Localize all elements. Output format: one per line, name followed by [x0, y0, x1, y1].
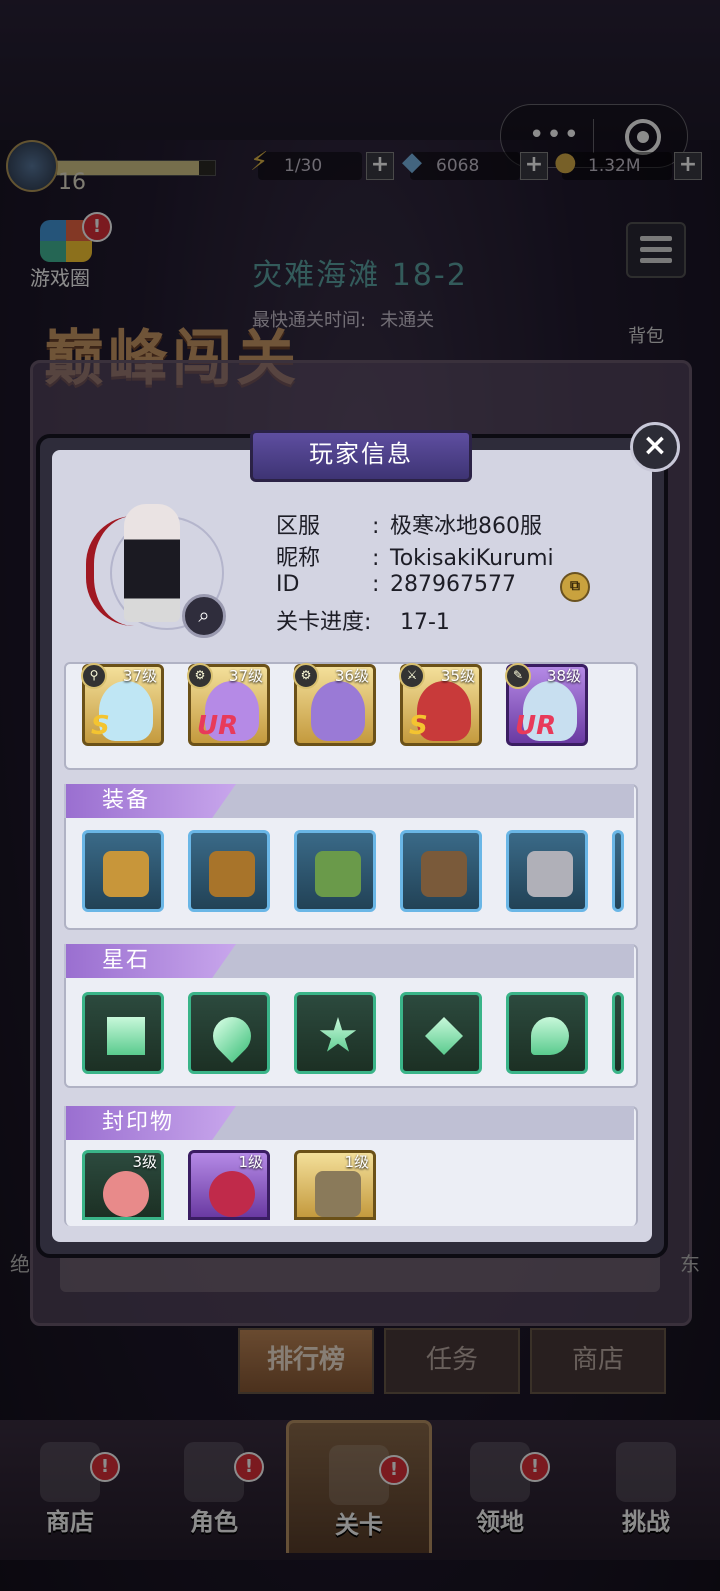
diamond-gem-icon [425, 1017, 463, 1055]
seal-slot[interactable]: 1级 [188, 1150, 270, 1220]
nickname-row: 昵称: TokisakiKurumi [276, 540, 554, 572]
equipment-slot[interactable] [82, 830, 164, 912]
class-icon: ⚙ [187, 663, 213, 689]
flower-icon [103, 1171, 149, 1217]
hero-slot[interactable]: ⚔ 35级 S [399, 663, 482, 746]
gem-slot[interactable] [188, 992, 270, 1074]
gem-slot[interactable] [294, 992, 376, 1074]
gem-slot[interactable] [506, 992, 588, 1074]
hero-rank: S [91, 711, 110, 741]
hero-slot[interactable]: ✎ 38级 UR [505, 663, 588, 746]
hero-level: 37级 [122, 667, 157, 685]
progress-row: 关卡进度: 17-1 [276, 604, 450, 636]
equipment-slot[interactable] [294, 830, 376, 912]
gem-slot[interactable] [400, 992, 482, 1074]
hero-rank: UR [515, 711, 557, 741]
colon: : [372, 514, 380, 539]
seal-level: 3级 [132, 1153, 157, 1171]
hero-portrait [311, 681, 365, 741]
modal-title: 玩家信息 [250, 430, 472, 482]
gem-slot[interactable] [82, 992, 164, 1074]
class-icon: ⚲ [81, 663, 107, 689]
hero-slot[interactable]: ⚙ 37级 UR [187, 663, 270, 746]
server-row: 区服: 极寒冰地860服 [276, 508, 542, 540]
heart-gem-icon [205, 1009, 259, 1063]
equipment-slot[interactable] [506, 830, 588, 912]
equipment-slot[interactable] [400, 830, 482, 912]
gem-ring-icon [209, 1171, 255, 1217]
equipment-slot-partial[interactable] [612, 830, 624, 912]
puppet-icon [315, 1171, 361, 1217]
drop-gem-icon [531, 1017, 569, 1055]
class-icon: ⚙ [293, 663, 319, 689]
seal-slot[interactable]: 3级 [82, 1150, 164, 1220]
magnifier-icon[interactable]: ⌕ [182, 594, 226, 638]
book-icon [209, 851, 255, 897]
nickname-label: 昵称 [276, 546, 321, 571]
id-row: ID:287967577 [276, 572, 516, 597]
colon: : [372, 546, 380, 571]
nickname-value: TokisakiKurumi [390, 546, 554, 571]
seal-slot[interactable]: 1级 [294, 1150, 376, 1220]
hero-level: 36级 [334, 667, 369, 685]
star-gem-icon [319, 1017, 357, 1052]
hero-level: 35级 [440, 667, 475, 685]
class-icon: ✎ [505, 663, 531, 689]
ring-icon [527, 851, 573, 897]
gem-title: 星石 [66, 944, 236, 978]
hero-level: 38级 [546, 667, 581, 685]
progress-label: 关卡进度: [276, 610, 372, 635]
hero-level: 37级 [228, 667, 263, 685]
seal-title: 封印物 [66, 1106, 236, 1140]
id-label: ID [276, 572, 300, 597]
hero-slot[interactable]: ⚙ 36级 [293, 663, 376, 746]
colon: : [372, 572, 380, 597]
weapon-icon [103, 851, 149, 897]
seal-level: 1级 [238, 1153, 263, 1171]
hero-rank: UR [197, 711, 239, 741]
cloak-icon [421, 851, 467, 897]
equipment-title: 装备 [66, 784, 236, 818]
id-value: 287967577 [390, 572, 516, 597]
progress-value: 17-1 [400, 610, 450, 635]
gem-slot-partial[interactable] [612, 992, 624, 1074]
close-button[interactable]: × [630, 422, 680, 472]
server-value: 极寒冰地860服 [390, 514, 542, 539]
square-gem-icon [107, 1017, 145, 1055]
server-label: 区服 [276, 514, 321, 539]
equipment-slot[interactable] [188, 830, 270, 912]
copy-id-icon[interactable]: ⧉ [560, 572, 590, 602]
hat-icon [315, 851, 361, 897]
avatar-character [124, 504, 180, 622]
class-icon: ⚔ [399, 663, 425, 689]
hero-slot[interactable]: ⚲ 37级 S [81, 663, 164, 746]
hero-rank: S [409, 711, 428, 741]
seal-level: 1级 [344, 1153, 369, 1171]
